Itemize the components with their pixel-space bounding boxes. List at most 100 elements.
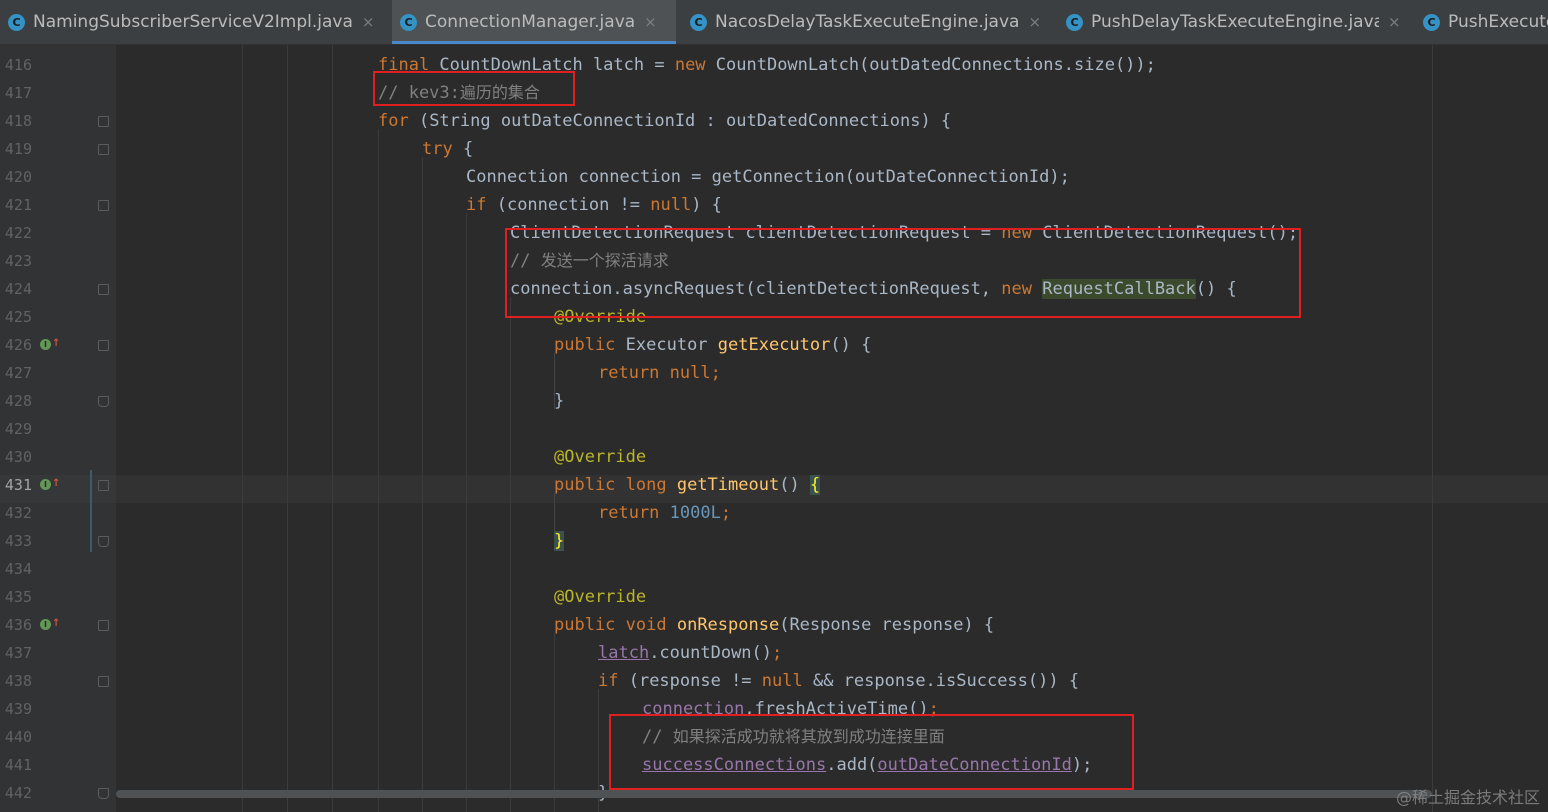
fold-icon[interactable] <box>98 340 109 351</box>
line-number: 430 <box>4 448 32 466</box>
line-number: 417 <box>4 84 32 102</box>
code-line[interactable]: 437 latch.countDown(); <box>0 639 1548 667</box>
line-number: 419 <box>4 140 32 158</box>
code-line[interactable]: 435 @Override <box>0 583 1548 611</box>
line-number: 416 <box>4 56 32 74</box>
line-number: 422 <box>4 224 32 242</box>
fold-icon[interactable] <box>98 144 109 155</box>
code-line[interactable]: 432 return 1000L; <box>0 499 1548 527</box>
fold-icon[interactable] <box>98 116 109 127</box>
line-number: 429 <box>4 420 32 438</box>
line-number: 426 <box>4 336 32 354</box>
code-text: if (connection != null) { <box>466 195 722 215</box>
code-line[interactable]: 417 // kev3:遍历的集合 <box>0 79 1548 107</box>
code-text: Connection connection = getConnection(ou… <box>466 167 1070 187</box>
tab-naming-subscriber-service[interactable]: C NamingSubscriberServiceV2Impl.java × <box>0 0 385 44</box>
line-number: 440 <box>4 728 32 746</box>
fold-end-icon[interactable] <box>98 788 109 799</box>
fold-icon[interactable] <box>98 480 109 491</box>
line-number: 423 <box>4 252 32 270</box>
line-number: 432 <box>4 504 32 522</box>
implements-method-icon[interactable]: I ↑ <box>40 334 64 353</box>
code-line[interactable]: 416 final CountDownLatch latch = new Cou… <box>0 51 1548 79</box>
fold-icon[interactable] <box>98 620 109 631</box>
line-number: 424 <box>4 280 32 298</box>
code-editor[interactable]: 416 final CountDownLatch latch = new Cou… <box>0 45 1548 812</box>
watermark: @稀土掘金技术社区 <box>1395 788 1540 807</box>
fold-icon[interactable] <box>98 284 109 295</box>
code-line[interactable]: 421 if (connection != null) { <box>0 191 1548 219</box>
matched-brace: } <box>554 531 565 551</box>
code-line[interactable]: 419 try { <box>0 135 1548 163</box>
code-line[interactable]: 436 I ↑ public void onResponse(Response r… <box>0 611 1548 639</box>
line-number: 438 <box>4 672 32 690</box>
line-number: 421 <box>4 196 32 214</box>
java-class-icon: C <box>400 13 417 31</box>
fold-icon[interactable] <box>98 200 109 211</box>
code-text: latch.countDown(); <box>598 643 783 663</box>
java-class-icon: C <box>690 13 707 31</box>
code-line[interactable]: 426 I ↑ public Executor getExecutor() { <box>0 331 1548 359</box>
code-text: try { <box>422 139 474 159</box>
code-text: } <box>554 527 565 555</box>
line-number: 441 <box>4 756 32 774</box>
line-number: 436 <box>4 616 32 634</box>
editor-tab-bar: C NamingSubscriberServiceV2Impl.java × C… <box>0 0 1548 45</box>
code-text: public Executor getExecutor() { <box>554 335 872 355</box>
tab-label: PushExecute <box>1448 12 1548 32</box>
close-icon[interactable]: × <box>362 13 375 31</box>
close-icon[interactable]: × <box>1388 13 1401 31</box>
code-line[interactable]: 430 @Override <box>0 443 1548 471</box>
implements-method-icon[interactable]: I ↑ <box>40 614 64 633</box>
code-line[interactable]: 429 <box>0 415 1548 443</box>
java-class-icon: C <box>1423 13 1440 31</box>
code-line[interactable]: 427 return null; <box>0 359 1548 387</box>
line-number: 420 <box>4 168 32 186</box>
tab-label: PushDelayTaskExecuteEngine.java <box>1091 12 1379 32</box>
tab-label: ConnectionManager.java <box>425 12 636 32</box>
fold-icon[interactable] <box>98 676 109 687</box>
tab-nacos-delay-task-execute-engine[interactable]: C NacosDelayTaskExecuteEngine.java × <box>682 0 1052 44</box>
code-line[interactable]: 434 <box>0 555 1548 583</box>
tab-connection-manager[interactable]: C ConnectionManager.java × <box>392 0 676 44</box>
line-number: 434 <box>4 560 32 578</box>
code-text: public void onResponse(Response response… <box>554 615 995 635</box>
code-line[interactable]: 428 } <box>0 387 1548 415</box>
line-number: 442 <box>4 784 32 802</box>
fold-end-icon[interactable] <box>98 396 109 407</box>
horizontal-scrollbar[interactable] <box>116 790 1432 798</box>
line-number: 427 <box>4 364 32 382</box>
code-text: return null; <box>598 363 721 383</box>
line-number: 428 <box>4 392 32 410</box>
java-class-icon: C <box>1066 13 1083 31</box>
close-icon[interactable]: × <box>644 13 657 31</box>
tab-push-execute[interactable]: C PushExecute <box>1415 0 1548 44</box>
code-line[interactable]: 433 } <box>0 527 1548 555</box>
tab-push-delay-task-execute-engine[interactable]: C PushDelayTaskExecuteEngine.java × <box>1058 0 1408 44</box>
code-text: public long getTimeout() { <box>554 475 821 495</box>
scrollbar-thumb[interactable] <box>116 790 1432 798</box>
line-number: 431 <box>4 476 32 494</box>
annotation-box <box>373 71 575 106</box>
implements-method-icon[interactable]: I ↑ <box>40 474 64 493</box>
code-text: return 1000L; <box>598 503 732 523</box>
tab-label: NacosDelayTaskExecuteEngine.java <box>715 12 1020 32</box>
line-number: 425 <box>4 308 32 326</box>
annotation-box <box>505 228 1301 318</box>
code-text: for (String outDateConnectionId : outDat… <box>378 111 952 131</box>
code-line[interactable]: 438 if (response != null && response.isS… <box>0 667 1548 695</box>
matched-brace: { <box>809 475 821 495</box>
line-number: 439 <box>4 700 32 718</box>
line-number: 437 <box>4 644 32 662</box>
code-line[interactable]: 420 Connection connection = getConnectio… <box>0 163 1548 191</box>
close-icon[interactable]: × <box>1028 13 1041 31</box>
code-text: } <box>554 391 565 411</box>
line-number: 418 <box>4 112 32 130</box>
line-number: 433 <box>4 532 32 550</box>
code-line-current[interactable]: 431 I ↑ public long getTimeout() { <box>0 471 1548 499</box>
java-class-icon: C <box>8 13 25 31</box>
code-text: if (response != null && response.isSucce… <box>598 671 1080 691</box>
fold-end-icon[interactable] <box>98 536 109 547</box>
code-annotation: @Override <box>554 447 647 467</box>
code-line[interactable]: 418 for (String outDateConnectionId : ou… <box>0 107 1548 135</box>
